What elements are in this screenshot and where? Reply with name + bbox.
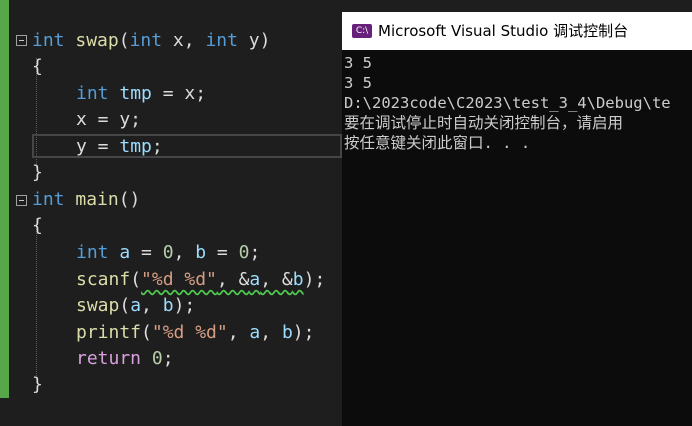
fold-toggle-swap-icon[interactable] [16, 35, 27, 46]
code-token: a [249, 322, 261, 343]
code-token: "%d %d" [151, 322, 228, 343]
console-title: Microsoft Visual Studio 调试控制台 [378, 22, 629, 40]
console-line: D:\2023code\C2023\test_3_4\Debug\te [344, 94, 671, 112]
console-line: 3 5 [344, 54, 372, 72]
code-token: ; [162, 348, 174, 369]
code-token: a [119, 242, 131, 263]
code-token: , & [260, 269, 293, 290]
code-token: 0 [162, 242, 174, 263]
code-line[interactable]: { [32, 213, 43, 239]
visual-studio-icon: C:\ [352, 24, 372, 38]
code-token: "%d %d" [141, 269, 217, 290]
code-token: ( [118, 30, 130, 51]
code-line[interactable]: y = tmp; [76, 134, 163, 160]
code-token: ; [249, 242, 261, 263]
code-line[interactable]: return 0; [76, 346, 174, 372]
code-token: int [32, 30, 65, 51]
code-token: b [195, 242, 207, 263]
code-token: tmp [119, 83, 152, 104]
code-token: , [141, 295, 163, 316]
code-token: main [75, 189, 119, 210]
code-token: y = [76, 136, 120, 157]
code-token: int [32, 189, 65, 210]
code-line[interactable]: scanf("%d %d", &a, &b); [76, 267, 325, 293]
code-token: int [76, 83, 109, 104]
code-line[interactable]: x = y; [76, 107, 141, 133]
change-tracking-margin [0, 0, 9, 398]
fold-toggle-main-icon[interactable] [16, 195, 27, 206]
code-token: tmp [119, 136, 152, 157]
code-line[interactable]: printf("%d %d", a, b); [76, 320, 314, 346]
code-token: int [205, 30, 238, 51]
code-line[interactable]: int tmp = x; [76, 81, 206, 107]
code-token: = [130, 242, 163, 263]
code-token: x = y; [76, 109, 142, 130]
code-token: , & [216, 269, 250, 290]
code-token: int [129, 30, 163, 51]
code-token: ); [303, 269, 326, 290]
code-token: , [173, 242, 196, 263]
code-token: ( [119, 295, 131, 316]
code-token: swap [75, 30, 119, 51]
code-token: { [32, 56, 43, 77]
code-line[interactable]: int main() [32, 187, 140, 213]
code-token: { [32, 215, 43, 236]
code-token: ( [141, 322, 152, 343]
code-token: ; [151, 136, 163, 157]
indent-guide [36, 218, 38, 382]
console-line: 3 5 [344, 74, 372, 92]
code-token: b [162, 295, 174, 316]
code-token: scanf [76, 269, 131, 290]
code-token: , [260, 322, 282, 343]
code-token: return [76, 348, 142, 369]
console-line: 要在调试停止时自动关闭控制台，请启用 [344, 114, 624, 132]
code-token: } [32, 374, 43, 395]
code-line[interactable]: int swap(int x, int y) [32, 28, 270, 54]
debug-console-window[interactable]: C:\ Microsoft Visual Studio 调试控制台 3 5 3 … [342, 12, 692, 426]
code-line[interactable]: swap(a, b); [76, 293, 195, 319]
code-token: , [227, 322, 250, 343]
code-token: a [130, 295, 142, 316]
code-token: swap [76, 295, 120, 316]
console-line: 按任意键关闭此窗口. . . [344, 134, 531, 152]
code-token: printf [76, 322, 142, 343]
code-editor[interactable]: int swap(int x, int y){int tmp = x; x = y… [0, 0, 342, 426]
code-token: x, [162, 30, 206, 51]
code-token: = [206, 242, 239, 263]
code-token: 0 [238, 242, 250, 263]
code-token: } [32, 162, 43, 183]
code-token: a [249, 269, 261, 290]
code-token: () [118, 189, 141, 210]
code-token: = x; [151, 83, 207, 104]
code-line[interactable]: { [32, 54, 43, 80]
code-line[interactable]: } [32, 160, 43, 186]
code-token: ( [130, 269, 142, 290]
code-line[interactable]: } [32, 372, 43, 398]
code-line[interactable]: int a = 0, b = 0; [76, 240, 260, 266]
console-titlebar[interactable]: C:\ Microsoft Visual Studio 调试控制台 [342, 12, 692, 50]
code-token: y) [237, 30, 271, 51]
code-token: ); [173, 295, 196, 316]
code-token: b [281, 322, 293, 343]
code-token: b [292, 269, 304, 290]
code-token: ); [292, 322, 315, 343]
code-token: int [76, 242, 109, 263]
code-token: 0 [151, 348, 163, 369]
